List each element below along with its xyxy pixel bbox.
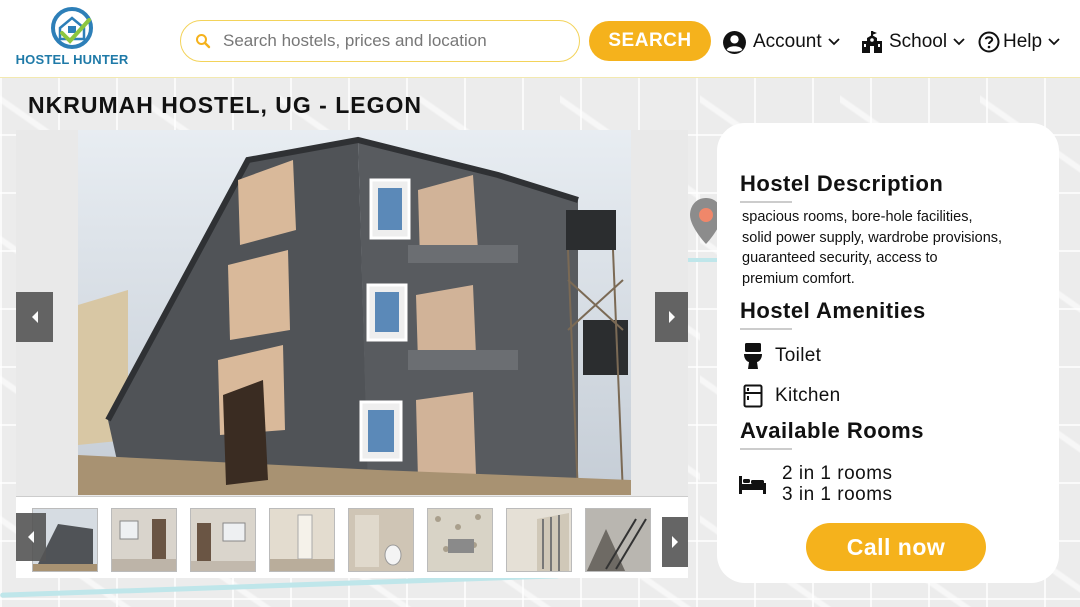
hostel-info-card: Hostel Description spacious rooms, bore-… xyxy=(717,123,1059,583)
header: HOSTEL HUNTER SEARCH Account Scho xyxy=(0,0,1080,78)
thumbnail-image xyxy=(349,509,413,571)
nav-account-label: Account xyxy=(753,31,822,52)
thumbnail-image xyxy=(428,509,492,571)
bed-icon xyxy=(739,476,766,494)
hostel-description: spacious rooms, bore-hole facilities, so… xyxy=(742,209,1003,287)
room-type: 2 in 1 rooms xyxy=(782,463,893,484)
thumbnail[interactable] xyxy=(427,508,493,572)
thumbnail-image xyxy=(507,509,571,571)
section-underline xyxy=(740,448,792,450)
nav-account[interactable]: Account xyxy=(722,28,840,56)
amenity-label: Kitchen xyxy=(775,385,841,406)
search-input[interactable] xyxy=(223,31,563,51)
thumbnails-next-button[interactable] xyxy=(662,517,688,567)
section-underline xyxy=(740,201,792,203)
gallery-prev-button[interactable] xyxy=(16,292,53,342)
logo[interactable]: HOSTEL HUNTER xyxy=(14,6,130,72)
nav-school[interactable]: School xyxy=(860,28,965,56)
school-building-icon xyxy=(862,31,882,53)
main-photo[interactable] xyxy=(78,130,631,495)
toilet-icon xyxy=(741,343,765,369)
search-icon xyxy=(196,34,211,49)
search-box xyxy=(180,20,580,62)
logo-text: HOSTEL HUNTER xyxy=(15,52,129,67)
room-type: 3 in 1 rooms xyxy=(782,484,893,505)
gallery-next-button[interactable] xyxy=(655,292,688,342)
section-underline xyxy=(740,328,792,330)
chevron-left-icon xyxy=(31,311,38,323)
description-title: Hostel Description xyxy=(740,171,944,196)
page-title: NKRUMAH HOSTEL, UG - LEGON xyxy=(28,92,422,118)
chevron-down-icon xyxy=(1048,38,1060,46)
thumbnail[interactable] xyxy=(269,508,335,572)
thumbnail[interactable] xyxy=(111,508,177,572)
amenity-label: Toilet xyxy=(775,345,822,366)
fridge-icon xyxy=(741,383,765,409)
nav-help-label: Help xyxy=(1003,31,1043,52)
photo-gallery xyxy=(16,130,688,578)
account-circle-icon xyxy=(723,30,746,54)
nav-help[interactable]: Help xyxy=(978,28,1060,56)
rooms-list: 2 in 1 rooms 3 in 1 rooms xyxy=(782,463,893,505)
chevron-right-icon xyxy=(668,311,675,323)
search-button[interactable]: SEARCH xyxy=(589,21,711,61)
available-rooms: 2 in 1 rooms 3 in 1 rooms xyxy=(739,463,893,505)
chevron-down-icon xyxy=(953,38,965,46)
chevron-down-icon xyxy=(828,38,840,46)
thumbnail[interactable] xyxy=(190,508,256,572)
thumbnail-image xyxy=(191,509,255,571)
thumbnail-image xyxy=(270,509,334,571)
thumbnail-image xyxy=(586,509,650,571)
thumbnail[interactable] xyxy=(506,508,572,572)
call-now-button[interactable]: Call now xyxy=(806,523,986,571)
rooms-title: Available Rooms xyxy=(740,418,924,443)
chevron-right-icon xyxy=(672,536,678,548)
thumbnail[interactable] xyxy=(348,508,414,572)
chevron-left-icon xyxy=(28,531,34,543)
nav-school-label: School xyxy=(889,31,948,52)
help-circle-icon xyxy=(978,31,1000,53)
thumbnail[interactable] xyxy=(585,508,651,572)
house-check-icon xyxy=(51,7,93,49)
thumbnails-prev-button[interactable] xyxy=(16,513,46,561)
amenity-kitchen: Kitchen xyxy=(741,383,840,409)
hostel-building-image xyxy=(78,130,631,495)
thumbnail-strip xyxy=(16,496,688,578)
thumbnail-image xyxy=(112,509,176,571)
amenity-toilet: Toilet xyxy=(741,343,821,369)
amenities-title: Hostel Amenities xyxy=(740,298,926,323)
